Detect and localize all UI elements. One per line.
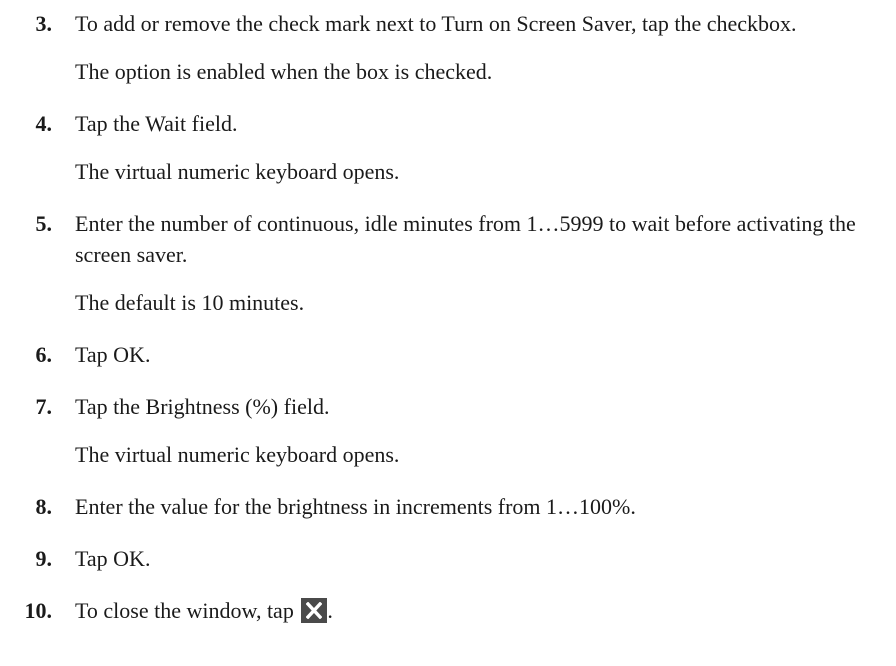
step-9: 9. Tap OK. — [0, 543, 896, 574]
step-text-before-icon: To close the window, tap — [75, 598, 294, 623]
step-4: 4. Tap the Wait field. The virtual numer… — [0, 108, 896, 187]
step-result: The virtual numeric keyboard opens. — [75, 442, 400, 467]
step-text: Tap the Brightness (%) field. — [75, 394, 330, 419]
step-3: 3. To add or remove the check mark next … — [0, 8, 896, 87]
step-number: 10. — [24, 598, 53, 623]
step-number: 4. — [35, 111, 53, 136]
step-text: Enter the value for the brightness in in… — [75, 494, 636, 519]
step-text: Tap OK. — [75, 342, 151, 367]
step-number: 9. — [35, 546, 53, 571]
close-icon — [301, 598, 328, 623]
step-text: Enter the number of continuous, idle min… — [75, 211, 856, 267]
step-6: 6. Tap OK. — [0, 339, 896, 370]
step-8: 8. Enter the value for the brightness in… — [0, 491, 896, 522]
step-text: Tap OK. — [75, 546, 151, 571]
step-10: 10. To close the window, tap . — [0, 595, 896, 626]
step-number: 3. — [35, 11, 53, 36]
step-text: To add or remove the check mark next to … — [75, 11, 797, 36]
step-5: 5. Enter the number of continuous, idle … — [0, 208, 896, 318]
step-text-after-icon: . — [327, 598, 333, 623]
step-text: Tap the Wait field. — [75, 111, 238, 136]
instruction-steps: 3. To add or remove the check mark next … — [0, 8, 896, 647]
step-result: The option is enabled when the box is ch… — [75, 59, 493, 84]
step-number: 7. — [35, 394, 53, 419]
step-number: 5. — [35, 211, 53, 236]
step-result: The default is 10 minutes. — [75, 290, 305, 315]
step-result: The virtual numeric keyboard opens. — [75, 159, 400, 184]
step-text: To close the window, tap . — [75, 595, 865, 626]
step-7: 7. Tap the Brightness (%) field. The vir… — [0, 391, 896, 470]
step-number: 8. — [35, 494, 53, 519]
step-number: 6. — [35, 342, 53, 367]
